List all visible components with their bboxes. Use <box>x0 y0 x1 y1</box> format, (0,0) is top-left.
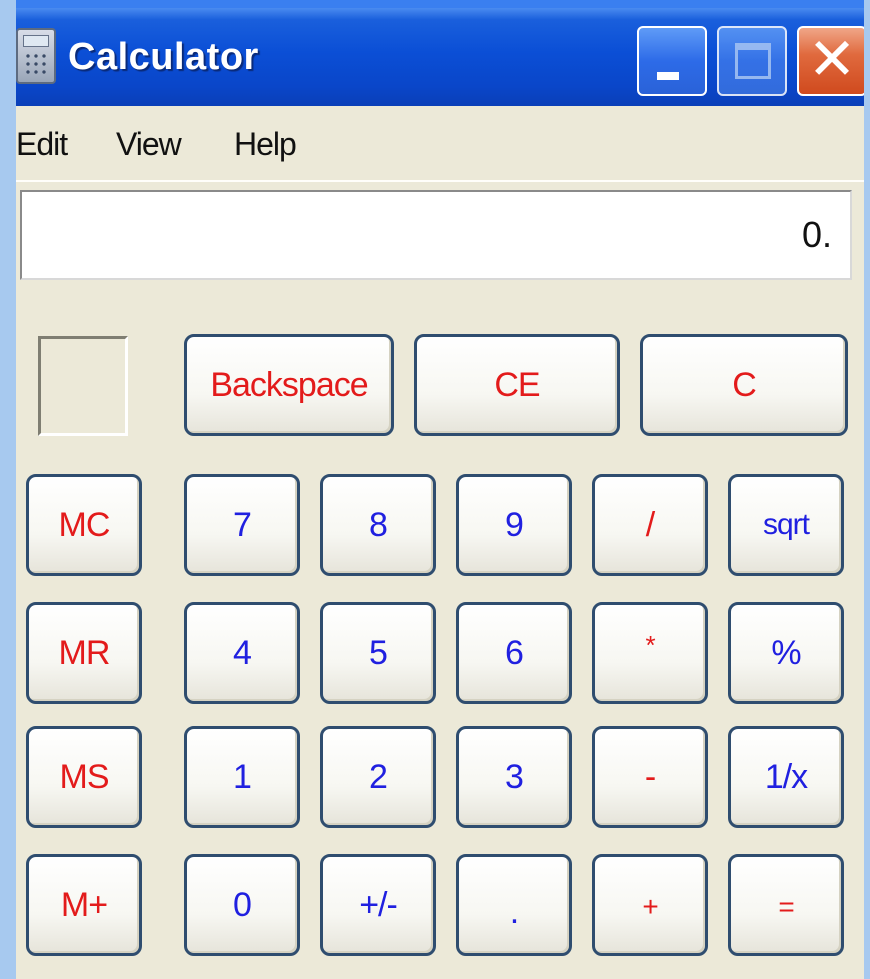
digit-5-button[interactable]: 5 <box>320 602 436 704</box>
close-icon: ✕ <box>807 25 857 93</box>
calculator-window: Calculator ✕ Edit View Help 0. Backspace… <box>16 0 864 979</box>
digit-8-button[interactable]: 8 <box>320 474 436 576</box>
clear-button[interactable]: C <box>640 334 848 436</box>
decimal-point-button[interactable]: . <box>456 854 572 956</box>
menu-view[interactable]: View <box>116 126 182 163</box>
memory-clear-button[interactable]: MC <box>26 474 142 576</box>
digit-7-button[interactable]: 7 <box>184 474 300 576</box>
plus-minus-button[interactable]: +/- <box>320 854 436 956</box>
maximize-icon <box>735 43 771 79</box>
sqrt-button[interactable]: sqrt <box>728 474 844 576</box>
digit-4-button[interactable]: 4 <box>184 602 300 704</box>
digit-1-button[interactable]: 1 <box>184 726 300 828</box>
display-field[interactable]: 0. <box>20 190 852 280</box>
menu-edit[interactable]: Edit <box>16 126 68 163</box>
title-bar[interactable]: Calculator ✕ <box>16 0 864 106</box>
percent-button[interactable]: % <box>728 602 844 704</box>
close-button[interactable]: ✕ <box>797 26 864 96</box>
minimize-button[interactable] <box>637 26 707 96</box>
digit-9-button[interactable]: 9 <box>456 474 572 576</box>
maximize-button[interactable] <box>717 26 787 96</box>
digit-0-button[interactable]: 0 <box>184 854 300 956</box>
reciprocal-button[interactable]: 1/x <box>728 726 844 828</box>
digit-6-button[interactable]: 6 <box>456 602 572 704</box>
minimize-icon <box>657 72 679 80</box>
add-button[interactable]: + <box>592 854 708 956</box>
clear-entry-button[interactable]: CE <box>414 334 620 436</box>
window-title: Calculator <box>68 36 259 78</box>
calculator-icon[interactable] <box>16 28 56 84</box>
digit-3-button[interactable]: 3 <box>456 726 572 828</box>
backspace-button[interactable]: Backspace <box>184 334 394 436</box>
memory-recall-button[interactable]: MR <box>26 602 142 704</box>
multiply-button[interactable]: * <box>592 602 708 704</box>
digit-2-button[interactable]: 2 <box>320 726 436 828</box>
divide-button[interactable]: / <box>592 474 708 576</box>
subtract-button[interactable]: - <box>592 726 708 828</box>
equals-button[interactable]: = <box>728 854 844 956</box>
menu-help[interactable]: Help <box>234 126 297 163</box>
menu-bar: Edit View Help <box>16 106 864 182</box>
memory-indicator <box>38 336 128 436</box>
memory-store-button[interactable]: MS <box>26 726 142 828</box>
memory-add-button[interactable]: M+ <box>26 854 142 956</box>
